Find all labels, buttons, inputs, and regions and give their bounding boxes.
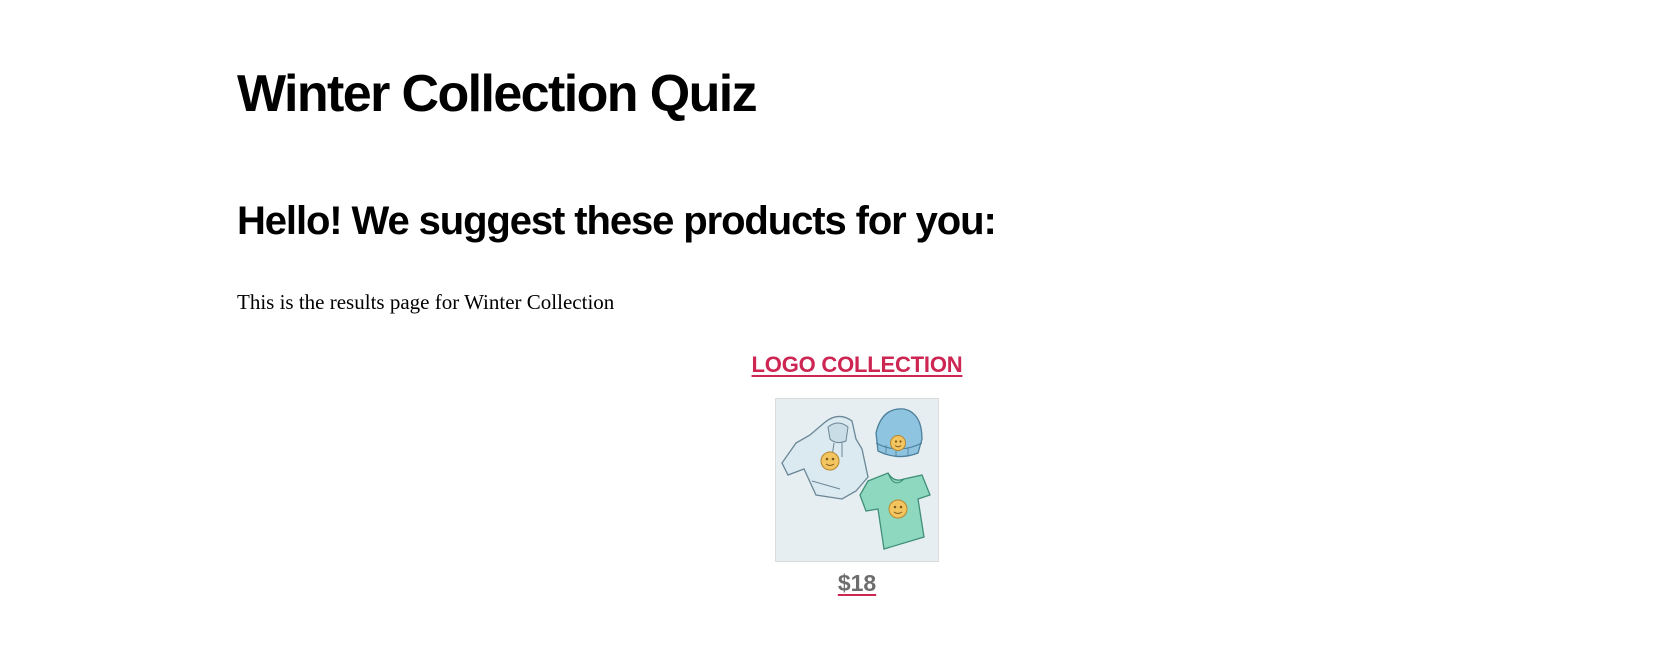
product-price-link[interactable]: $18 (838, 570, 876, 597)
product-name-link[interactable]: LOGO COLLECTION (752, 352, 963, 378)
product-image[interactable] (775, 398, 939, 562)
results-heading: Hello! We suggest these products for you… (237, 199, 997, 243)
page-title: Winter Collection Quiz (237, 65, 758, 123)
clothing-collection-illustration-icon (776, 399, 938, 561)
results-description: This is the results page for Winter Coll… (237, 290, 615, 314)
product-card: LOGO COLLECTION $18 (687, 352, 1027, 597)
